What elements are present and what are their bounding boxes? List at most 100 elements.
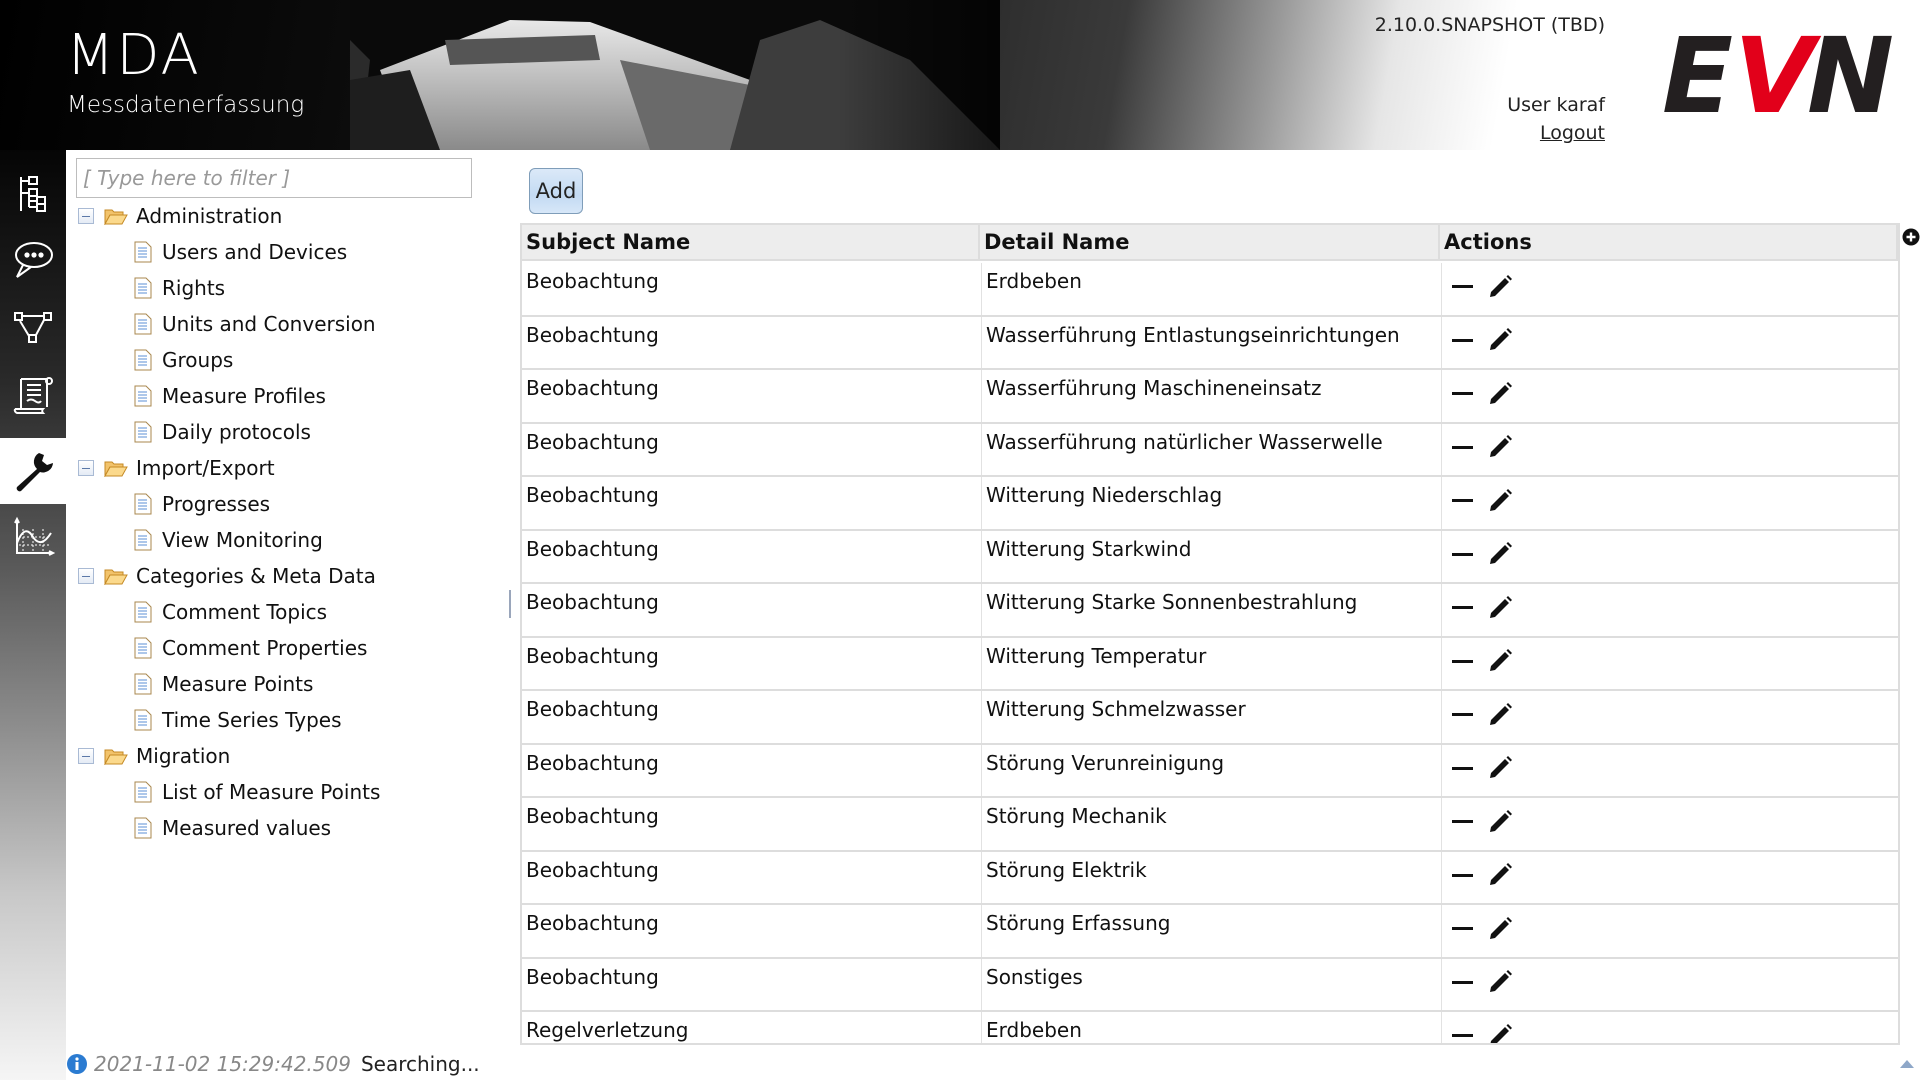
nav-hierarchy[interactable] bbox=[0, 160, 66, 226]
table-row[interactable]: Beobachtung Witterung Niederschlag bbox=[522, 477, 1898, 531]
table-row[interactable]: Beobachtung Sonstiges bbox=[522, 958, 1898, 1012]
remove-icon[interactable] bbox=[1452, 274, 1476, 300]
tree-item[interactable]: Daily protocols bbox=[78, 414, 380, 450]
collapse-toggle-icon[interactable] bbox=[78, 748, 94, 764]
panel-splitter[interactable] bbox=[509, 590, 511, 618]
tree-item-label: Progresses bbox=[162, 492, 271, 516]
column-header-detail-name[interactable]: Detail Name bbox=[980, 225, 1440, 261]
tree-item[interactable]: List of Measure Points bbox=[78, 774, 380, 810]
cell-detail-name: Störung Mechanik bbox=[982, 798, 1442, 850]
cell-subject-name: Beobachtung bbox=[522, 798, 982, 850]
tree-item-label: Comment Topics bbox=[162, 600, 328, 624]
app-subtitle: Messdatenerfassung bbox=[67, 92, 305, 118]
tree-item[interactable]: Groups bbox=[78, 342, 380, 378]
tree-item[interactable]: Rights bbox=[78, 270, 380, 306]
tree-item[interactable]: Comment Topics bbox=[78, 594, 380, 630]
nav-admin[interactable] bbox=[0, 438, 66, 504]
edit-pencil-icon[interactable] bbox=[1486, 433, 1514, 461]
tree-group-3[interactable]: Migration bbox=[78, 738, 380, 774]
edit-pencil-icon[interactable] bbox=[1486, 487, 1514, 515]
remove-icon[interactable] bbox=[1452, 862, 1476, 888]
tree-item[interactable]: View Monitoring bbox=[78, 522, 380, 558]
nav-comments[interactable] bbox=[0, 226, 66, 292]
dam-banner-image bbox=[350, 0, 1000, 150]
document-icon bbox=[134, 529, 152, 551]
tree-item[interactable]: Measure Profiles bbox=[78, 378, 380, 414]
collapse-toggle-icon[interactable] bbox=[78, 208, 94, 224]
add-button[interactable]: Add bbox=[529, 168, 583, 214]
edit-pencil-icon[interactable] bbox=[1486, 647, 1514, 675]
tree-item-label: List of Measure Points bbox=[162, 780, 381, 804]
table-row[interactable]: Beobachtung Wasserführung Entlastungseinr… bbox=[522, 316, 1898, 370]
tree-item[interactable]: Measure Points bbox=[78, 666, 380, 702]
tree-item[interactable]: Time Series Types bbox=[78, 702, 380, 738]
tree-group-0[interactable]: Administration bbox=[78, 198, 380, 234]
edit-pencil-icon[interactable] bbox=[1486, 273, 1514, 301]
column-header-subject-name[interactable]: Subject Name bbox=[522, 225, 980, 261]
remove-icon[interactable] bbox=[1452, 381, 1476, 407]
tree-item[interactable]: Units and Conversion bbox=[78, 306, 380, 342]
table-row[interactable]: Beobachtung Witterung Starke Sonnenbestra… bbox=[522, 584, 1898, 638]
edit-pencil-icon[interactable] bbox=[1486, 915, 1514, 943]
cell-detail-name: Witterung Temperatur bbox=[982, 637, 1442, 689]
table-row[interactable]: Beobachtung Störung Erfassung bbox=[522, 905, 1898, 959]
table-row[interactable]: Regelverletzung Erdbeben bbox=[522, 1012, 1898, 1046]
table-header: Subject Name Detail Name Actions bbox=[522, 225, 1898, 261]
table-row[interactable]: Beobachtung Erdbeben bbox=[522, 263, 1898, 317]
edit-pencil-icon[interactable] bbox=[1486, 861, 1514, 889]
table-row[interactable]: Beobachtung Störung Mechanik bbox=[522, 798, 1898, 852]
add-circle-icon[interactable] bbox=[1902, 228, 1920, 246]
tree-item[interactable]: Progresses bbox=[78, 486, 380, 522]
edit-pencil-icon[interactable] bbox=[1486, 808, 1514, 836]
logout-link[interactable]: Logout bbox=[1540, 122, 1605, 144]
collapse-toggle-icon[interactable] bbox=[78, 460, 94, 476]
edit-pencil-icon[interactable] bbox=[1486, 326, 1514, 354]
table-row[interactable]: Beobachtung Witterung Temperatur bbox=[522, 637, 1898, 691]
nav-workflow[interactable] bbox=[0, 294, 66, 360]
tree-filter-input[interactable] bbox=[76, 158, 472, 198]
tree-item[interactable]: Measured values bbox=[78, 810, 380, 846]
table-row[interactable]: Beobachtung Störung Verunreinigung bbox=[522, 744, 1898, 798]
edit-pencil-icon[interactable] bbox=[1486, 968, 1514, 996]
logo-letter-e: E bbox=[1662, 30, 1733, 120]
table-row[interactable]: Beobachtung Witterung Schmelzwasser bbox=[522, 691, 1898, 745]
edit-pencil-icon[interactable] bbox=[1486, 754, 1514, 782]
edit-pencil-icon[interactable] bbox=[1486, 594, 1514, 622]
remove-icon[interactable] bbox=[1452, 648, 1476, 674]
table-row[interactable]: Beobachtung Wasserführung natürlicher Was… bbox=[522, 423, 1898, 477]
remove-icon[interactable] bbox=[1452, 916, 1476, 942]
collapse-toggle-icon[interactable] bbox=[78, 568, 94, 584]
remove-icon[interactable] bbox=[1452, 809, 1476, 835]
nav-charts[interactable] bbox=[0, 504, 66, 570]
table-row[interactable]: Beobachtung Witterung Starkwind bbox=[522, 530, 1898, 584]
remove-icon[interactable] bbox=[1452, 1023, 1476, 1044]
folder-open-icon bbox=[104, 569, 128, 585]
tree-item-label: Measure Points bbox=[162, 672, 314, 696]
remove-icon[interactable] bbox=[1452, 434, 1476, 460]
edit-pencil-icon[interactable] bbox=[1486, 1022, 1514, 1046]
remove-icon[interactable] bbox=[1452, 488, 1476, 514]
tree-group-1[interactable]: Import/Export bbox=[78, 450, 380, 486]
tree-item[interactable]: Comment Properties bbox=[78, 630, 380, 666]
remove-icon[interactable] bbox=[1452, 969, 1476, 995]
remove-icon[interactable] bbox=[1452, 327, 1476, 353]
remove-icon[interactable] bbox=[1452, 541, 1476, 567]
cell-subject-name: Beobachtung bbox=[522, 905, 982, 957]
cell-actions bbox=[1442, 1012, 1898, 1046]
cell-detail-name: Wasserführung natürlicher Wasserwelle bbox=[982, 423, 1442, 475]
remove-icon[interactable] bbox=[1452, 755, 1476, 781]
tree-group-2[interactable]: Categories & Meta Data bbox=[78, 558, 380, 594]
remove-icon[interactable] bbox=[1452, 595, 1476, 621]
table-row[interactable]: Beobachtung Störung Elektrik bbox=[522, 851, 1898, 905]
nav-protocols[interactable] bbox=[0, 362, 66, 428]
tree-group-label: Migration bbox=[136, 744, 231, 768]
edit-pencil-icon[interactable] bbox=[1486, 701, 1514, 729]
remove-icon[interactable] bbox=[1452, 702, 1476, 728]
workflow-graph-icon bbox=[14, 312, 52, 343]
tree-item[interactable]: Users and Devices bbox=[78, 234, 380, 270]
scroll-to-top-arrow-icon[interactable] bbox=[1900, 1060, 1914, 1068]
edit-pencil-icon[interactable] bbox=[1486, 540, 1514, 568]
document-icon bbox=[134, 709, 152, 731]
table-row[interactable]: Beobachtung Wasserführung Maschineneinsat… bbox=[522, 370, 1898, 424]
edit-pencil-icon[interactable] bbox=[1486, 380, 1514, 408]
